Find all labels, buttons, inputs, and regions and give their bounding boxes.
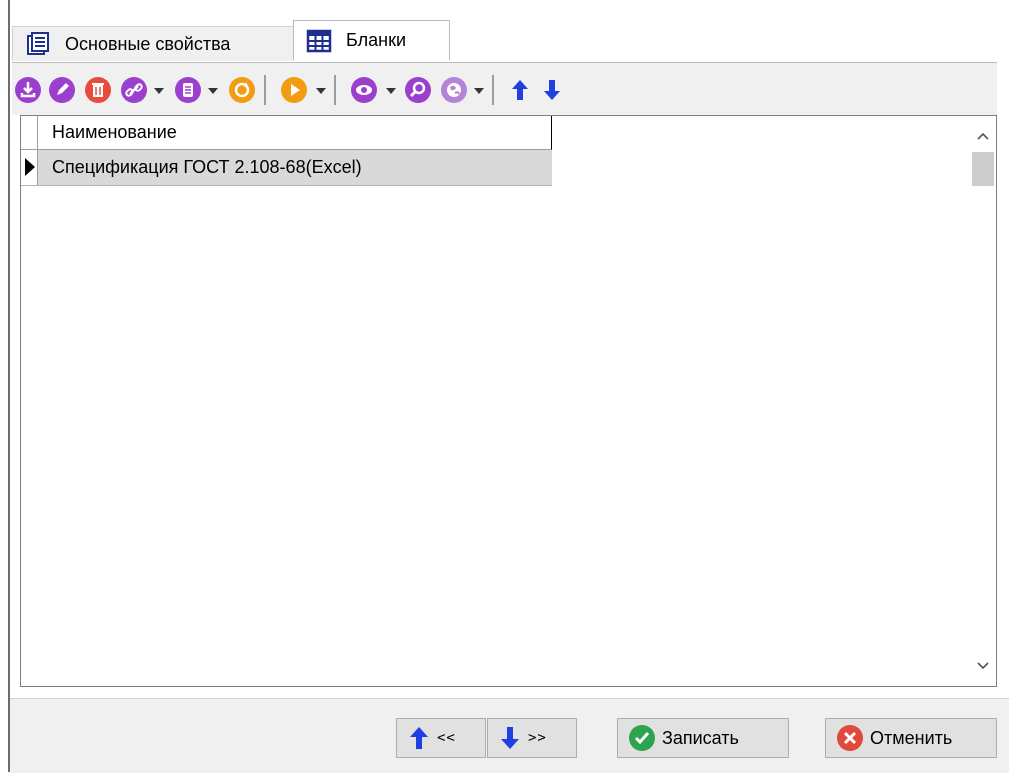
checkmark-icon — [629, 725, 655, 751]
web-dropdown-arrow[interactable] — [474, 88, 484, 94]
toolbar-separator — [334, 75, 336, 105]
previous-record-button[interactable]: << — [396, 718, 486, 758]
move-down-icon[interactable] — [538, 76, 566, 104]
arrow-down-icon — [501, 727, 519, 749]
cancel-x-icon — [837, 725, 863, 751]
previous-label: << — [437, 730, 456, 746]
grid-header: Наименование — [21, 116, 552, 150]
tab-blanks[interactable]: Бланки — [293, 20, 450, 61]
add-icon[interactable] — [14, 76, 42, 104]
refresh-icon[interactable] — [228, 76, 256, 104]
properties-doc-icon — [27, 32, 49, 55]
row-name-cell[interactable]: Спецификация ГОСТ 2.108-68(Excel) — [38, 150, 552, 185]
cancel-label: Отменить — [870, 727, 953, 748]
save-button[interactable]: Записать — [617, 718, 789, 758]
column-header-name[interactable]: Наименование — [52, 122, 177, 143]
tab-label: Основные свойства — [65, 33, 231, 54]
run-dropdown-arrow[interactable] — [316, 88, 326, 94]
current-row-arrow-icon — [25, 158, 35, 176]
delete-icon[interactable] — [84, 76, 112, 104]
arrow-up-icon — [410, 727, 428, 749]
move-up-icon[interactable] — [506, 76, 534, 104]
scrollbar-thumb[interactable] — [972, 152, 994, 186]
link-dropdown-arrow[interactable] — [154, 88, 164, 94]
view-dropdown-arrow[interactable] — [386, 88, 396, 94]
row-indicator — [21, 150, 38, 185]
link-icon[interactable] — [120, 76, 148, 104]
edit-icon[interactable] — [48, 76, 76, 104]
tab-label: Бланки — [346, 30, 406, 50]
copy-dropdown-arrow[interactable] — [208, 88, 218, 94]
scroll-up-arrow-icon[interactable] — [977, 130, 989, 142]
copy-icon[interactable] — [174, 76, 202, 104]
header-indicator-cell — [21, 116, 38, 150]
view-icon[interactable] — [350, 76, 378, 104]
search-icon[interactable] — [404, 76, 432, 104]
window-left-border — [8, 0, 10, 772]
web-icon[interactable] — [440, 76, 468, 104]
table-row[interactable]: Спецификация ГОСТ 2.108-68(Excel) — [21, 150, 552, 186]
row-name-text: Спецификация ГОСТ 2.108-68(Excel) — [52, 157, 362, 177]
next-record-button[interactable]: >> — [487, 718, 577, 758]
tab-main-properties[interactable]: Основные свойства — [12, 26, 294, 61]
vertical-scrollbar[interactable] — [970, 116, 996, 686]
toolbar-separator — [264, 75, 266, 105]
toolbar — [12, 63, 997, 115]
run-icon[interactable] — [280, 76, 308, 104]
cancel-button[interactable]: Отменить — [825, 718, 997, 758]
blanks-grid[interactable]: Наименование Спецификация ГОСТ 2.108-68(… — [20, 115, 997, 687]
toolbar-separator — [492, 75, 494, 105]
next-label: >> — [528, 730, 547, 746]
scroll-down-arrow-icon[interactable] — [977, 660, 989, 672]
bottom-button-panel: << >> Записать Отменить — [10, 698, 1009, 773]
table-grid-icon — [306, 29, 332, 52]
tab-strip: Основные свойства Бланки — [12, 18, 997, 63]
save-label: Записать — [662, 727, 739, 748]
